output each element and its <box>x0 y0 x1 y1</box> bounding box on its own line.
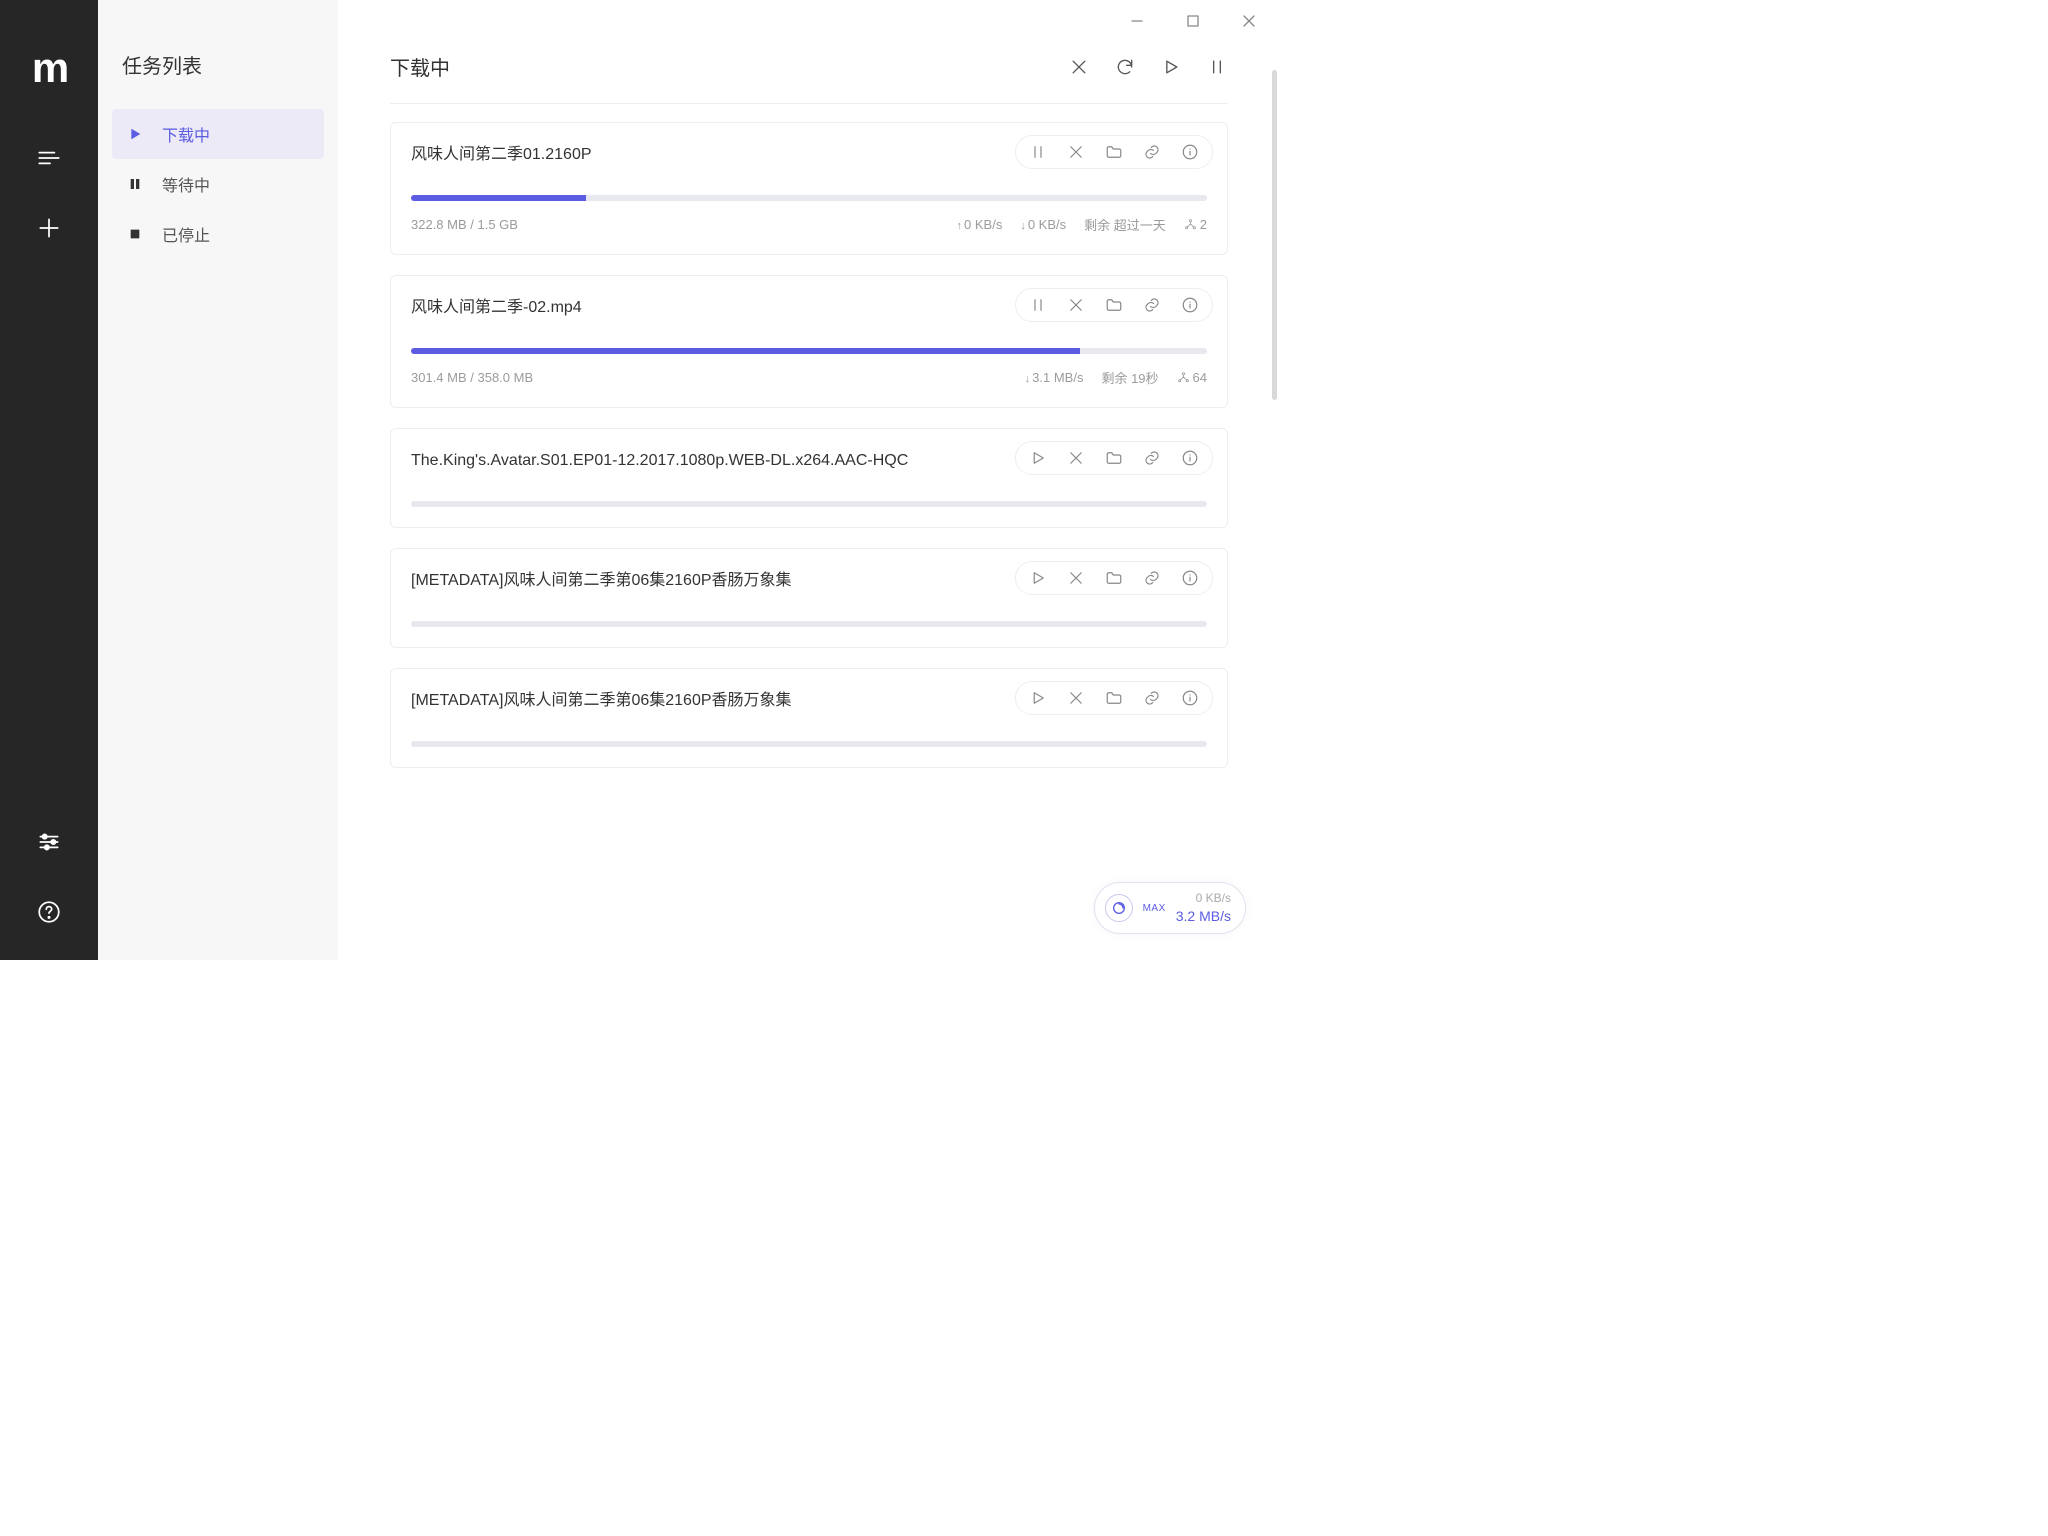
copy-link-button[interactable] <box>1142 295 1162 315</box>
plus-icon <box>36 215 62 241</box>
sliders-icon <box>36 829 62 855</box>
refresh-icon <box>1115 57 1135 77</box>
close-icon <box>1069 57 1089 77</box>
task-actions <box>1015 441 1213 475</box>
resume-all-button[interactable] <box>1160 56 1182 78</box>
task-remaining: 剩余 19秒 <box>1101 368 1158 387</box>
sidebar-item-stopped[interactable]: 已停止 <box>112 209 324 259</box>
task-info-button[interactable] <box>1180 448 1200 468</box>
task-info-button[interactable] <box>1180 688 1200 708</box>
task-row[interactable]: [METADATA]风味人间第二季第06集2160P香肠万象集 <box>390 668 1228 768</box>
task-progress <box>411 348 1207 354</box>
close-button[interactable] <box>1236 8 1262 39</box>
maximize-button[interactable] <box>1180 8 1206 39</box>
task-row[interactable]: [METADATA]风味人间第二季第06集2160P香肠万象集 <box>390 548 1228 648</box>
delete-task-button[interactable] <box>1066 448 1086 468</box>
task-remaining: 剩余 超过一天 <box>1084 215 1166 234</box>
task-info-button[interactable] <box>1180 295 1200 315</box>
copy-link-button[interactable] <box>1142 142 1162 162</box>
delete-task-button[interactable] <box>1066 295 1086 315</box>
open-folder-button[interactable] <box>1104 568 1124 588</box>
add-task-button[interactable] <box>27 206 71 250</box>
task-actions <box>1015 561 1213 595</box>
task-stats: 301.4 MB / 358.0 MB ↓3.1 MB/s 剩余 19秒 64 <box>411 368 1207 387</box>
pause-task-button[interactable] <box>1028 295 1048 315</box>
global-upload-speed: 0 KB/s <box>1196 891 1231 907</box>
task-actions <box>1015 288 1213 322</box>
sidebar: 任务列表 下载中 等待中 已停止 <box>98 0 338 960</box>
task-row[interactable]: 风味人间第二季-02.mp4 301.4 MB / 358.0 MB ↓3.1 … <box>390 275 1228 408</box>
nav-rail: m <box>0 0 98 960</box>
pause-icon <box>126 175 144 193</box>
tasks-nav-button[interactable] <box>27 136 71 180</box>
task-peers: 2 <box>1184 217 1207 232</box>
task-download-speed: ↓3.1 MB/s <box>1025 370 1084 385</box>
task-info-button[interactable] <box>1180 142 1200 162</box>
task-download-speed: ↓0 KB/s <box>1020 217 1066 232</box>
copy-link-button[interactable] <box>1142 448 1162 468</box>
task-stats: 322.8 MB / 1.5 GB ↑0 KB/s ↓0 KB/s 剩余 超过一… <box>411 215 1207 234</box>
sidebar-item-downloading[interactable]: 下载中 <box>112 109 324 159</box>
task-actions <box>1015 681 1213 715</box>
resume-task-button[interactable] <box>1028 688 1048 708</box>
sidebar-item-label: 等待中 <box>162 172 210 196</box>
delete-task-button[interactable] <box>1066 568 1086 588</box>
task-progress <box>411 501 1207 507</box>
settings-button[interactable] <box>27 820 71 864</box>
play-icon <box>1161 57 1181 77</box>
open-folder-button[interactable] <box>1104 688 1124 708</box>
sidebar-item-waiting[interactable]: 等待中 <box>112 159 324 209</box>
copy-link-button[interactable] <box>1142 568 1162 588</box>
open-folder-button[interactable] <box>1104 448 1124 468</box>
refresh-button[interactable] <box>1114 56 1136 78</box>
window-controls <box>1124 8 1262 39</box>
app-logo: m <box>32 44 66 92</box>
task-size: 322.8 MB / 1.5 GB <box>411 217 518 232</box>
task-upload-speed: ↑0 KB/s <box>957 217 1003 232</box>
sidebar-item-label: 下载中 <box>162 122 210 146</box>
resume-task-button[interactable] <box>1028 448 1048 468</box>
stop-icon <box>126 225 144 243</box>
minimize-button[interactable] <box>1124 8 1150 39</box>
resume-task-button[interactable] <box>1028 568 1048 588</box>
help-button[interactable] <box>27 890 71 934</box>
task-list: 风味人间第二季01.2160P 322.8 MB / 1.5 GB ↑0 KB/… <box>338 104 1280 960</box>
sidebar-title: 任务列表 <box>112 50 324 109</box>
open-folder-button[interactable] <box>1104 295 1124 315</box>
task-progress <box>411 195 1207 201</box>
play-icon <box>126 125 144 143</box>
delete-task-button[interactable] <box>1066 142 1086 162</box>
menu-icon <box>36 145 62 171</box>
task-progress <box>411 741 1207 747</box>
page-title: 下载中 <box>390 52 450 81</box>
help-icon <box>36 899 62 925</box>
task-progress <box>411 621 1207 627</box>
sidebar-item-label: 已停止 <box>162 222 210 246</box>
copy-link-button[interactable] <box>1142 688 1162 708</box>
global-download-speed: 3.2 MB/s <box>1176 907 1231 925</box>
task-actions <box>1015 135 1213 169</box>
clear-all-button[interactable] <box>1068 56 1090 78</box>
task-size: 301.4 MB / 358.0 MB <box>411 370 533 385</box>
pause-task-button[interactable] <box>1028 142 1048 162</box>
task-row[interactable]: 风味人间第二季01.2160P 322.8 MB / 1.5 GB ↑0 KB/… <box>390 122 1228 255</box>
speed-bubble[interactable]: MAX 0 KB/s 3.2 MB/s <box>1094 882 1246 934</box>
pause-icon <box>1207 57 1227 77</box>
scrollbar[interactable] <box>1272 70 1277 400</box>
speed-max-label: MAX <box>1143 903 1166 914</box>
main-panel: 下载中 风味人间第二季01.2160P 322.8 MB / 1.5 GB ↑0… <box>338 0 1280 960</box>
speed-spinner-icon <box>1105 894 1133 922</box>
delete-task-button[interactable] <box>1066 688 1086 708</box>
task-row[interactable]: The.King's.Avatar.S01.EP01-12.2017.1080p… <box>390 428 1228 528</box>
open-folder-button[interactable] <box>1104 142 1124 162</box>
pause-all-button[interactable] <box>1206 56 1228 78</box>
task-peers: 64 <box>1177 370 1207 385</box>
task-info-button[interactable] <box>1180 568 1200 588</box>
